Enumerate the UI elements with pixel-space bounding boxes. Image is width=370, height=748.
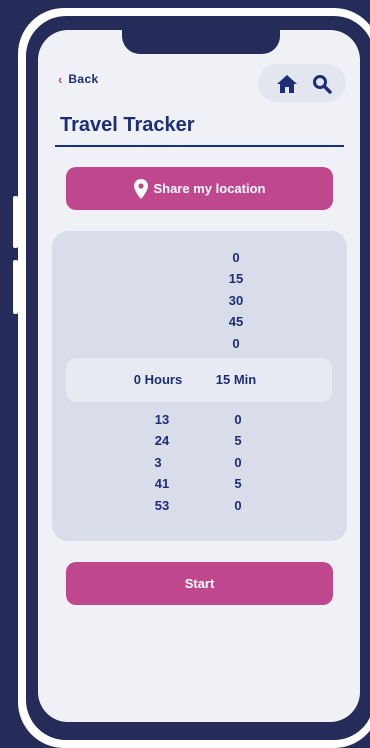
back-label: Back [68,72,99,86]
side-button-top [13,196,18,248]
header-actions [258,64,346,102]
home-button[interactable] [275,73,299,95]
minute-option[interactable]: 5 [234,477,241,491]
duration-picker[interactable]: 0 15 30 45 0 0 Hours 15 Min 13 24 3 41 5… [52,231,347,541]
chevron-left-icon: ‹ [58,71,63,87]
minute-option[interactable]: 5 [234,434,241,448]
hour-option[interactable]: 3 [154,456,161,470]
title-divider [55,145,344,147]
minute-option[interactable]: 0 [232,337,239,351]
picker-selection-row [66,358,332,402]
hour-option[interactable]: 13 [155,413,169,427]
start-button[interactable]: Start [66,562,333,605]
phone-notch [122,30,280,54]
selected-minutes: 15 Min [215,372,257,387]
page-title: Travel Tracker [60,114,195,136]
map-pin-icon [133,178,148,199]
minute-option[interactable]: 0 [232,251,239,265]
app-screen: ‹ Back Travel Tracker Share my location … [38,30,360,722]
home-icon [277,75,297,93]
minute-option[interactable]: 15 [229,272,243,286]
start-label: Start [184,576,215,591]
hour-option[interactable]: 24 [155,434,169,448]
side-button-bottom [13,260,18,314]
search-icon [313,75,332,94]
share-location-label: Share my location [153,181,266,196]
selected-hours: 0 Hours [133,372,183,387]
search-button[interactable] [310,73,334,95]
minute-option[interactable]: 0 [234,499,241,513]
hour-option[interactable]: 41 [155,477,169,491]
hour-option[interactable]: 53 [155,499,169,513]
share-location-button[interactable]: Share my location [66,167,333,210]
minute-option[interactable]: 30 [229,294,243,308]
back-button[interactable]: ‹ Back [58,72,99,86]
minute-option[interactable]: 0 [234,413,241,427]
minute-option[interactable]: 45 [229,315,243,329]
minute-option[interactable]: 0 [234,456,241,470]
